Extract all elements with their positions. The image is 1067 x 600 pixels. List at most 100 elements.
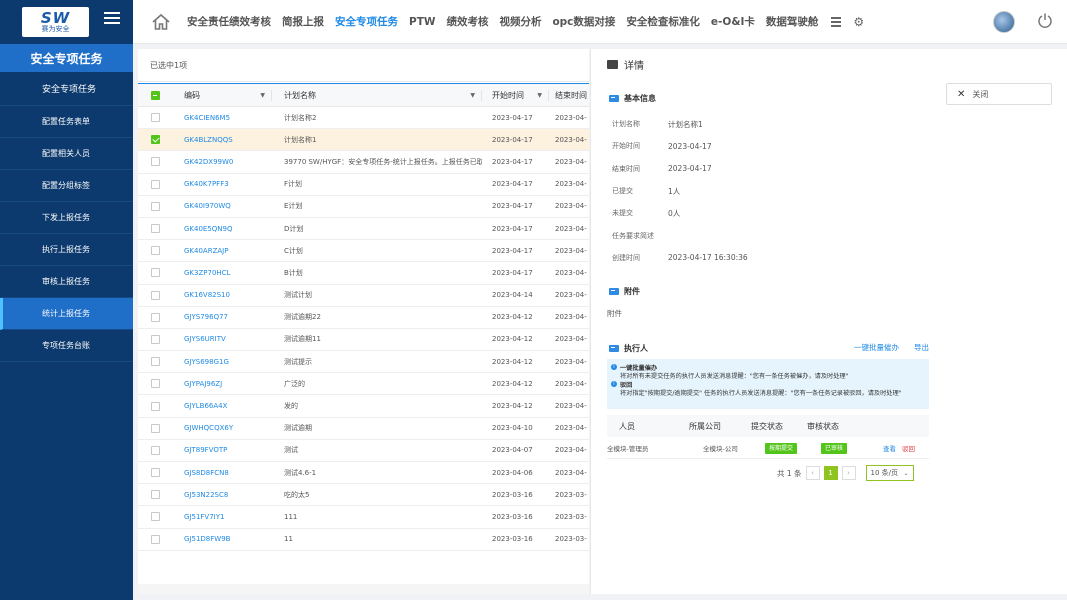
- avatar[interactable]: [993, 11, 1015, 33]
- pager-page-button[interactable]: 1: [823, 466, 838, 480]
- table-row[interactable]: GK16V82S10 测试计划 2023-04-14 2023-04-: [138, 285, 589, 307]
- top-nav-item[interactable]: e-O&I卡: [711, 14, 755, 29]
- row-checkbox[interactable]: [138, 379, 172, 389]
- table-row[interactable]: GJYS796Q77 测试逾期22 2023-04-12 2023-04-: [138, 307, 589, 329]
- cell-code[interactable]: GK40E5QN9Q: [172, 225, 272, 233]
- top-nav-item[interactable]: opc数据对接: [552, 14, 615, 29]
- table-row[interactable]: GJWHQCQX6Y 测试逾期 2023-04-10 2023-04-: [138, 418, 589, 440]
- sidebar-item[interactable]: 配置任务表单: [0, 106, 133, 138]
- row-checkbox[interactable]: [138, 512, 172, 522]
- cell-code[interactable]: GJWHQCQX6Y: [172, 424, 272, 432]
- sidebar-item[interactable]: 安全专项任务: [0, 72, 133, 106]
- row-checkbox[interactable]: [138, 201, 172, 211]
- row-checkbox[interactable]: [138, 157, 172, 167]
- cell-code[interactable]: GJYPAJ96ZJ: [172, 380, 272, 388]
- row-checkbox[interactable]: [138, 423, 172, 433]
- sidebar-item[interactable]: 专项任务台账: [0, 330, 133, 362]
- row-checkbox[interactable]: [138, 334, 172, 344]
- row-checkbox[interactable]: [138, 135, 172, 145]
- reject-link[interactable]: 驳回: [902, 443, 915, 453]
- top-nav-item[interactable]: 绩效考核: [446, 14, 488, 29]
- cell-code[interactable]: GJYS698G1G: [172, 358, 272, 366]
- cell-code[interactable]: GK40ARZAJP: [172, 247, 272, 255]
- top-nav-item[interactable]: 安全责任绩效考核: [187, 14, 271, 29]
- pager-prev-button[interactable]: ‹: [805, 466, 820, 480]
- table-row[interactable]: GK40I970WQ E计划 2023-04-17 2023-04-: [138, 196, 589, 218]
- select-all-checkbox[interactable]: [138, 90, 172, 100]
- view-link[interactable]: 查看: [883, 443, 896, 453]
- home-icon[interactable]: [151, 12, 171, 32]
- table-row[interactable]: GK4BLZNQQS 计划名称1 2023-04-17 2023-04-: [138, 129, 589, 152]
- cell-code[interactable]: GK3ZP70HCL: [172, 269, 272, 277]
- row-checkbox[interactable]: [138, 290, 172, 300]
- row-checkbox[interactable]: [138, 312, 172, 322]
- table-row[interactable]: GK42DX99W0 39770 SW/HYGF：安全专项任务-统计上报任务。上报…: [138, 151, 589, 174]
- sidebar-item[interactable]: 审核上报任务: [0, 266, 133, 298]
- top-nav-item[interactable]: 简报上报: [282, 14, 324, 29]
- power-icon[interactable]: [1037, 12, 1053, 28]
- sort-caret-icon[interactable]: ▼: [537, 92, 542, 99]
- page-size-select[interactable]: 10 条/页 ⌄: [865, 465, 914, 481]
- hamburger-menu-icon[interactable]: [104, 12, 120, 26]
- cell-code[interactable]: GJ51FV7IY1: [172, 513, 272, 521]
- cell-code[interactable]: GJYLB66A4X: [172, 402, 272, 410]
- cell-code[interactable]: GJT89FVOTP: [172, 446, 272, 454]
- cell-code[interactable]: GK40K7PFF3: [172, 180, 272, 188]
- cell-code[interactable]: GK42DX99W0: [172, 158, 272, 166]
- row-checkbox[interactable]: [138, 179, 172, 189]
- row-checkbox[interactable]: [138, 268, 172, 278]
- column-name-header[interactable]: 计划名称 ▼: [272, 89, 482, 101]
- row-checkbox[interactable]: [138, 445, 172, 455]
- table-row[interactable]: GJT89FVOTP 测试 2023-04-07 2023-04-: [138, 440, 589, 462]
- table-row[interactable]: GJYLB66A4X 发的 2023-04-12 2023-04-: [138, 395, 589, 418]
- table-row[interactable]: GK40E5QN9Q D计划 2023-04-17 2023-04-: [138, 218, 589, 241]
- table-row[interactable]: GK40K7PFF3 F计划 2023-04-17 2023-04-: [138, 174, 589, 196]
- table-row[interactable]: GJS8D8FCN8 测试4.6-1 2023-04-06 2023-04-: [138, 462, 589, 485]
- sidebar-item[interactable]: 配置相关人员: [0, 138, 133, 170]
- sidebar-item[interactable]: 下发上报任务: [0, 202, 133, 234]
- cell-code[interactable]: GJYS796Q77: [172, 313, 272, 321]
- pager-next-button[interactable]: ›: [841, 466, 856, 480]
- row-checkbox[interactable]: [138, 224, 172, 234]
- table-row[interactable]: GJ51FV7IY1 111 2023-03-16 2023-03-: [138, 506, 589, 529]
- more-menu-icon[interactable]: [831, 17, 842, 27]
- gear-icon[interactable]: ⚙: [853, 15, 864, 29]
- row-checkbox[interactable]: [138, 401, 172, 411]
- table-row[interactable]: GK40ARZAJP C计划 2023-04-17 2023-04-: [138, 240, 589, 263]
- row-checkbox[interactable]: [138, 490, 172, 500]
- top-nav-item[interactable]: 视频分析: [499, 14, 541, 29]
- sidebar-item[interactable]: 统计上报任务: [0, 298, 133, 330]
- table-row[interactable]: GJYPAJ96ZJ 广泛的 2023-04-12 2023-04-: [138, 373, 589, 396]
- table-row[interactable]: GJ51D8FW9B 11 2023-03-16 2023-03-: [138, 529, 589, 551]
- cell-code[interactable]: GK16V82S10: [172, 291, 272, 299]
- top-nav-item[interactable]: 安全专项任务: [335, 14, 398, 29]
- cell-code[interactable]: GK4BLZNQQS: [172, 136, 272, 144]
- close-button[interactable]: ✕ 关闭: [946, 83, 1052, 105]
- top-nav-item[interactable]: 安全检查标准化: [626, 14, 700, 29]
- export-link[interactable]: 导出: [914, 342, 929, 353]
- table-row[interactable]: GJYS698G1G 测试提示 2023-04-12 2023-04-: [138, 351, 589, 374]
- row-checkbox[interactable]: [138, 357, 172, 367]
- column-code-header[interactable]: 编码 ▼: [172, 89, 272, 101]
- table-row[interactable]: GK4CIEN6M5 计划名称2 2023-04-17 2023-04-: [138, 107, 589, 130]
- column-end-header[interactable]: 结束时间: [549, 90, 589, 101]
- horizontal-scrollbar[interactable]: [138, 584, 589, 594]
- column-start-header[interactable]: 开始时间 ▼: [482, 89, 549, 101]
- cell-code[interactable]: GJYS6URITV: [172, 335, 272, 343]
- sort-caret-icon[interactable]: ▼: [260, 92, 265, 99]
- table-row[interactable]: GJ53N22SC8 吃的太5 2023-03-16 2023-03-: [138, 484, 589, 507]
- cell-code[interactable]: GK4CIEN6M5: [172, 114, 272, 122]
- cell-code[interactable]: GJS8D8FCN8: [172, 469, 272, 477]
- table-row[interactable]: GJYS6URITV 测试逾期11 2023-04-12 2023-04-: [138, 329, 589, 352]
- cell-code[interactable]: GJ53N22SC8: [172, 491, 272, 499]
- row-checkbox[interactable]: [138, 113, 172, 123]
- sort-caret-icon[interactable]: ▼: [470, 92, 475, 99]
- cell-code[interactable]: GK40I970WQ: [172, 202, 272, 210]
- top-nav-item[interactable]: 数据驾驶舱: [766, 14, 819, 29]
- row-checkbox[interactable]: [138, 468, 172, 478]
- table-row[interactable]: GK3ZP70HCL B计划 2023-04-17 2023-04-: [138, 262, 589, 285]
- row-checkbox[interactable]: [138, 534, 172, 544]
- sidebar-item[interactable]: 执行上报任务: [0, 234, 133, 266]
- sidebar-item[interactable]: 配置分组标签: [0, 170, 133, 202]
- cell-code[interactable]: GJ51D8FW9B: [172, 535, 272, 543]
